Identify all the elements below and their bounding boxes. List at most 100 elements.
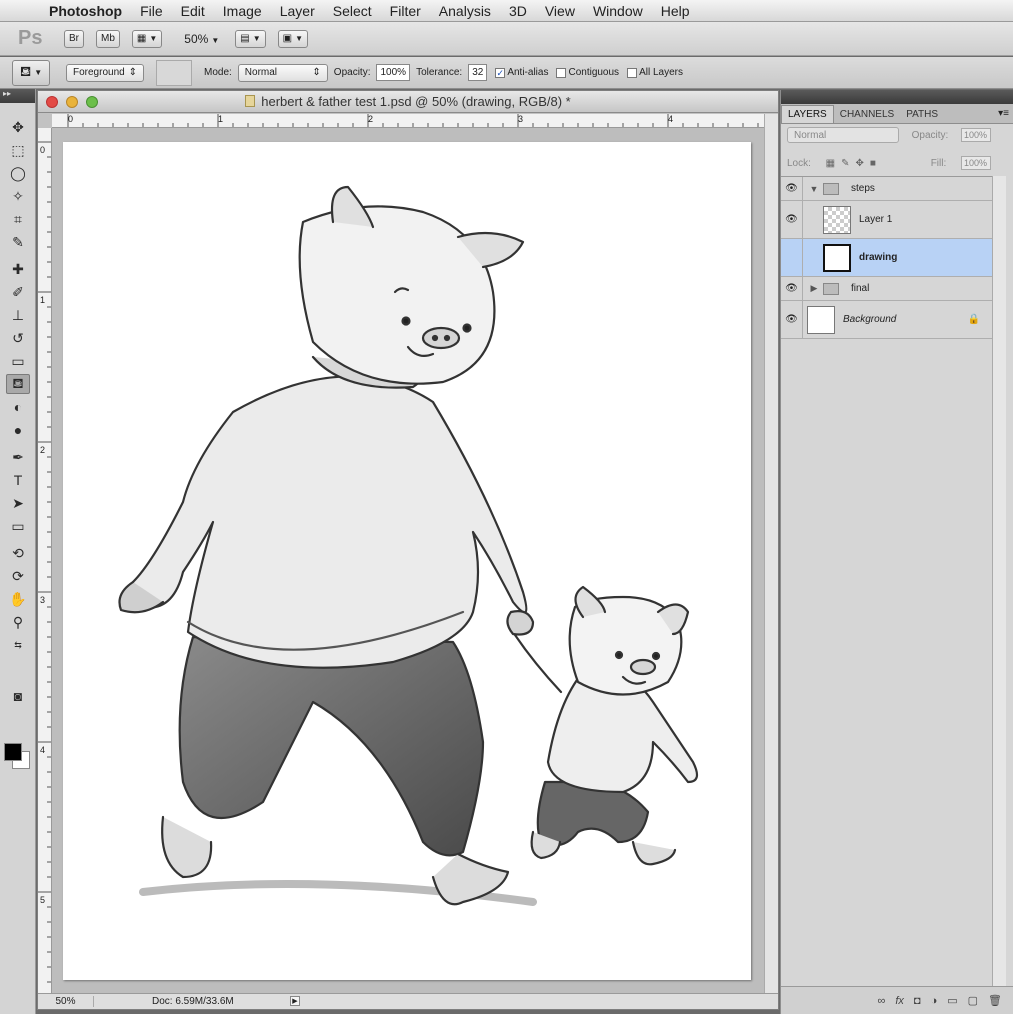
shape-tool-icon[interactable]: ▭ [6, 516, 30, 536]
menu-photoshop[interactable]: Photoshop [40, 3, 131, 19]
3d-orbit-tool-icon[interactable]: ⟳ [6, 566, 30, 586]
status-zoom-field[interactable]: 50% [38, 996, 94, 1007]
lock-position-icon[interactable]: ✥ [856, 158, 864, 169]
layer-row-background[interactable]: 👁 Background 🔒 [781, 301, 992, 339]
tool-preset-picker[interactable]: ⛾ ▼ [12, 59, 50, 86]
tab-paths[interactable]: PATHS [900, 106, 944, 123]
collapsed-triangle-icon[interactable]: ▶ [807, 283, 821, 294]
menu-filter[interactable]: Filter [381, 3, 430, 19]
antialias-checkbox[interactable]: ✓ Anti-alias [495, 67, 548, 78]
visibility-eye-icon[interactable]: 👁 [781, 177, 803, 200]
blur-tool-icon[interactable]: ◐ [6, 397, 30, 417]
menu-file[interactable]: File [131, 3, 172, 19]
marquee-tool-icon[interactable]: ⬚ [6, 140, 30, 160]
status-menu-arrow-icon[interactable]: ▶ [290, 996, 300, 1006]
expanded-triangle-icon[interactable]: ▼ [807, 184, 821, 194]
tool-options-bar: ⛾ ▼ Foreground ⇕ Mode: Normal ⇕ Opacity: 10… [0, 57, 1013, 89]
horizontal-ruler[interactable]: 0 1 2 3 4 [52, 114, 764, 128]
vertical-scrollbar[interactable] [764, 114, 778, 993]
type-tool-icon[interactable]: T [6, 470, 30, 490]
clone-stamp-tool-icon[interactable]: ⊥ [6, 305, 30, 325]
contiguous-checkbox[interactable]: Contiguous [556, 67, 619, 78]
visibility-eye-icon[interactable]: 👁 [781, 201, 803, 238]
magic-wand-tool-icon[interactable]: ✧ [6, 186, 30, 206]
layer-row-layer-1[interactable]: 👁 Layer 1 [781, 201, 992, 239]
screen-mode-button[interactable]: ▣ ▼ [277, 29, 308, 48]
add-mask-icon[interactable]: ◘ [914, 995, 921, 1007]
menu-image[interactable]: Image [214, 3, 271, 19]
view-extras-button[interactable]: ▦ ▼ [131, 29, 163, 48]
menu-layer[interactable]: Layer [271, 3, 324, 19]
layer-style-icon[interactable]: fx [895, 995, 904, 1007]
quick-mask-icon[interactable]: ◙ [6, 686, 30, 706]
fill-field[interactable]: 100% [961, 156, 991, 170]
lock-icons: ▦ ✎ ✥ ■ [826, 158, 876, 169]
zoom-level-select[interactable]: 50% ▼ [184, 32, 219, 46]
history-brush-tool-icon[interactable]: ↺ [6, 328, 30, 348]
eraser-tool-icon[interactable]: ▭ [6, 351, 30, 371]
lasso-tool-icon[interactable]: ◯ [6, 163, 30, 183]
tab-channels[interactable]: CHANNELS [834, 106, 900, 123]
opacity-field[interactable]: 100% [376, 64, 411, 81]
folder-icon [823, 182, 839, 195]
lock-transparency-icon[interactable]: ▦ [826, 158, 835, 169]
path-selection-tool-icon[interactable]: ➤ [6, 493, 30, 513]
visibility-eye-icon[interactable]: 👁 [781, 277, 803, 300]
healing-brush-tool-icon[interactable]: ✚ [6, 259, 30, 279]
canvas-area[interactable] [52, 128, 764, 993]
new-layer-icon[interactable]: ▢ [968, 994, 978, 1007]
menu-select[interactable]: Select [324, 3, 381, 19]
layer-row-final[interactable]: 👁 ▶ final [781, 277, 992, 301]
menu-window[interactable]: Window [584, 3, 652, 19]
brush-tool-icon[interactable]: ✐ [6, 282, 30, 302]
swap-colors-icon[interactable]: ⇆ [6, 635, 30, 655]
vertical-ruler[interactable]: 0 1 2 3 4 5 [38, 128, 52, 993]
dodge-tool-icon[interactable]: ● [6, 420, 30, 440]
panel-menu-icon[interactable]: ▾≡ [998, 108, 1009, 119]
layer-name: drawing [859, 252, 898, 263]
document-title-bar[interactable]: herbert & father test 1.psd @ 50% (drawi… [38, 91, 778, 113]
launch-mini-bridge-button[interactable]: Mb [96, 29, 120, 48]
ruler-label: 4 [668, 114, 674, 124]
tab-layers[interactable]: LAYERS [781, 105, 834, 123]
layers-scrollbar[interactable] [992, 176, 1006, 986]
menu-3d[interactable]: 3D [500, 3, 536, 19]
visibility-eye-icon[interactable]: 👁 [781, 301, 803, 338]
lock-image-icon[interactable]: ✎ [841, 158, 849, 169]
menu-edit[interactable]: Edit [172, 3, 214, 19]
3d-rotate-tool-icon[interactable]: ⟲ [6, 543, 30, 563]
layer-row-steps[interactable]: 👁 ▼ steps [781, 177, 992, 201]
trash-icon[interactable]: 🗑 [988, 994, 1002, 1007]
layer-opacity-field[interactable]: 100% [961, 128, 991, 142]
new-group-icon[interactable]: ▭ [947, 994, 957, 1007]
menu-view[interactable]: View [536, 3, 584, 19]
opacity-label: Opacity: [333, 67, 371, 78]
paint-bucket-tool-icon[interactable]: ⛾ [6, 374, 30, 394]
adjustment-layer-icon[interactable]: ◑ [931, 995, 938, 1007]
launch-bridge-button[interactable]: Br [64, 29, 84, 48]
foreground-color-swatch[interactable] [4, 743, 22, 761]
crop-tool-icon[interactable]: ⌗ [6, 209, 30, 229]
contiguous-label: Contiguous [568, 67, 620, 78]
eyedropper-tool-icon[interactable]: ✎ [6, 232, 30, 252]
menu-analysis[interactable]: Analysis [430, 3, 500, 19]
toolbox-grip[interactable]: ▸▸ [0, 89, 35, 103]
blend-mode-select[interactable]: Normal [787, 127, 899, 143]
arrange-documents-button[interactable]: ▤ ▼ [235, 29, 266, 48]
hand-tool-icon[interactable]: ✋ [6, 589, 30, 609]
fill-source-select[interactable]: Foreground ⇕ [66, 63, 144, 82]
document-canvas[interactable] [63, 142, 751, 980]
pen-tool-icon[interactable]: ✒ [6, 447, 30, 467]
visibility-toggle-empty[interactable] [781, 239, 803, 276]
panel-grip[interactable] [781, 90, 1013, 104]
link-layers-icon[interactable]: ∞ [878, 995, 886, 1007]
tolerance-field[interactable]: 32 [468, 64, 488, 81]
layer-row-drawing[interactable]: drawing [781, 239, 992, 277]
menu-help[interactable]: Help [652, 3, 699, 19]
move-tool-icon[interactable]: ✥ [6, 117, 30, 137]
chevron-down-icon: ▼ [252, 34, 261, 43]
mode-select[interactable]: Normal ⇕ [237, 63, 328, 82]
lock-all-icon[interactable]: ■ [870, 158, 876, 169]
all-layers-checkbox[interactable]: All Layers [627, 67, 683, 78]
zoom-tool-icon[interactable]: ⚲ [6, 612, 30, 632]
